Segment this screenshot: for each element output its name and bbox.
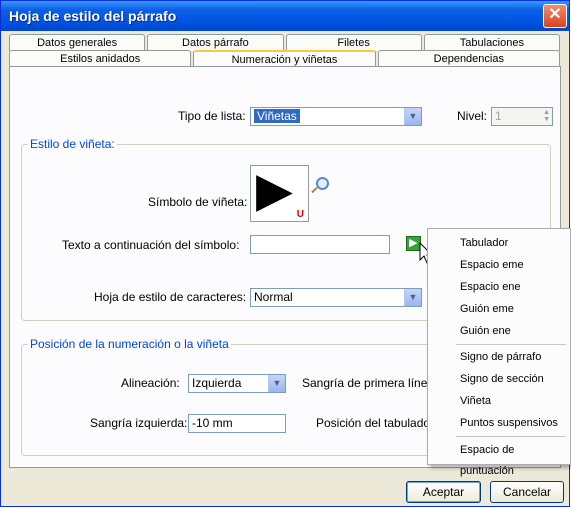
tab-filetes[interactable]: Filetes [285,34,422,51]
window-title: Hoja de estilo del párrafo [9,8,177,24]
ok-button[interactable]: Aceptar [406,481,481,503]
level-label: Nivel: [457,109,488,123]
alignment-value: Izquierda [192,376,242,390]
text-after-input[interactable] [250,235,390,254]
left-indent-input[interactable]: -10 mm [188,414,286,433]
alignment-select[interactable]: Izquierda ▼ [188,374,286,393]
title-bar[interactable]: Hoja de estilo del párrafo ✕ [1,1,569,31]
chevron-down-icon[interactable]: ▼ [268,375,285,392]
char-style-select[interactable]: Normal ▼ [250,288,422,307]
tab-dependencias[interactable]: Dependencias [377,50,560,67]
close-button[interactable]: ✕ [543,4,567,28]
menu-item-tabulador[interactable]: Tabulador [428,233,570,254]
menu-item-signo-parrafo[interactable]: Signo de párrafo [428,347,570,368]
level-stepper[interactable]: 1 ▲ ▼ [491,107,553,126]
tab-numeracion-vinetas[interactable]: Numeración y viñetas [193,50,376,67]
first-line-indent-label: Sangría de primera línea [302,376,435,390]
char-style-label: Hoja de estilo de caracteres: [94,290,247,304]
bullet-symbol-preview[interactable]: ▶ U [250,164,309,222]
play-arrow-icon: ▶ [409,237,418,249]
tab-position-label: Posición del tabulador [316,416,435,430]
menu-item-puntos-suspensivos[interactable]: Puntos suspensivos [428,413,570,434]
list-type-label: Tipo de lista: [178,109,246,123]
cancel-button[interactable]: Cancelar [490,481,564,503]
tab-row-back: Datos generales Datos párrafo Filetes Ta… [9,34,562,51]
text-after-label: Texto a continuación del símbolo: [62,238,240,252]
menu-separator [456,436,566,437]
bullet-symbol-label: Símbolo de viñeta: [148,195,248,209]
stepper-arrows-icon[interactable]: ▲ ▼ [543,109,550,123]
left-indent-label: Sangría izquierda: [90,416,188,430]
tab-datos-parrafo[interactable]: Datos párrafo [147,34,284,51]
level-value: 1 [495,109,502,123]
alignment-label: Alineación: [121,376,180,390]
menu-item-guion-ene[interactable]: Guión ene [428,321,570,342]
menu-item-espacio-eme[interactable]: Espacio eme [428,255,570,276]
menu-item-espacio-puntuacion[interactable]: Espacio de puntuación [428,440,570,477]
tab-estilos-anidados[interactable]: Estilos anidados [9,50,192,67]
char-style-value: Normal [254,290,293,304]
menu-item-guion-eme[interactable]: Guión eme [428,299,570,320]
position-title: Posición de la numeración o la viñeta [28,337,231,351]
tab-row-front: Estilos anidados Numeración y viñetas De… [9,50,562,67]
bullet-style-title: Estilo de viñeta: [28,137,117,151]
menu-separator [456,344,566,345]
menu-item-espacio-ene[interactable]: Espacio ene [428,277,570,298]
magnifier-icon[interactable] [311,177,329,195]
special-character-menu: Tabulador Espacio eme Espacio ene Guión … [427,228,571,477]
chevron-down-icon[interactable]: ▼ [404,289,421,306]
tab-tabulaciones[interactable]: Tabulaciones [423,34,560,51]
chevron-down-icon[interactable]: ▼ [404,108,421,125]
list-type-select[interactable]: Viñetas ▼ [250,107,422,126]
list-type-value: Viñetas [254,109,300,123]
menu-item-signo-seccion[interactable]: Signo de sección [428,369,570,390]
bullet-font-marker: U [296,209,304,220]
menu-item-vineta[interactable]: Viñeta [428,391,570,412]
bullet-glyph: ▶ [256,164,293,217]
tab-datos-generales[interactable]: Datos generales [9,34,146,51]
